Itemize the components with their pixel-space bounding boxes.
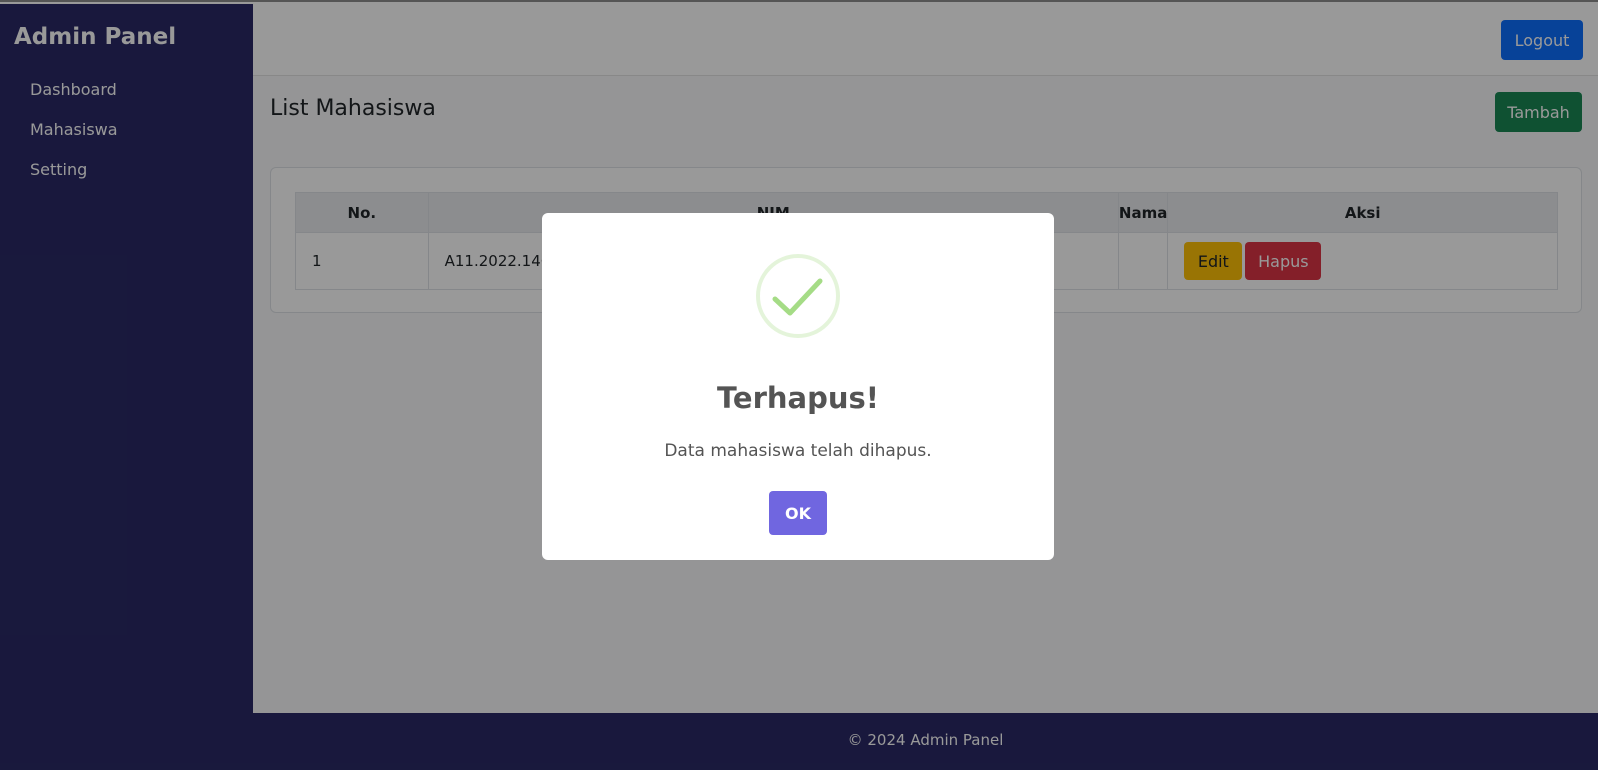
ok-button[interactable]: OK <box>769 491 827 535</box>
success-check-icon <box>756 254 840 338</box>
dialog-title: Terhapus! <box>716 381 879 415</box>
app-frame: Admin Panel Dashboard Mahasiswa Setting … <box>0 0 1598 770</box>
dialog-message: Data mahasiswa telah dihapus. <box>664 441 932 461</box>
success-dialog: Terhapus! Data mahasiswa telah dihapus. … <box>542 213 1054 560</box>
